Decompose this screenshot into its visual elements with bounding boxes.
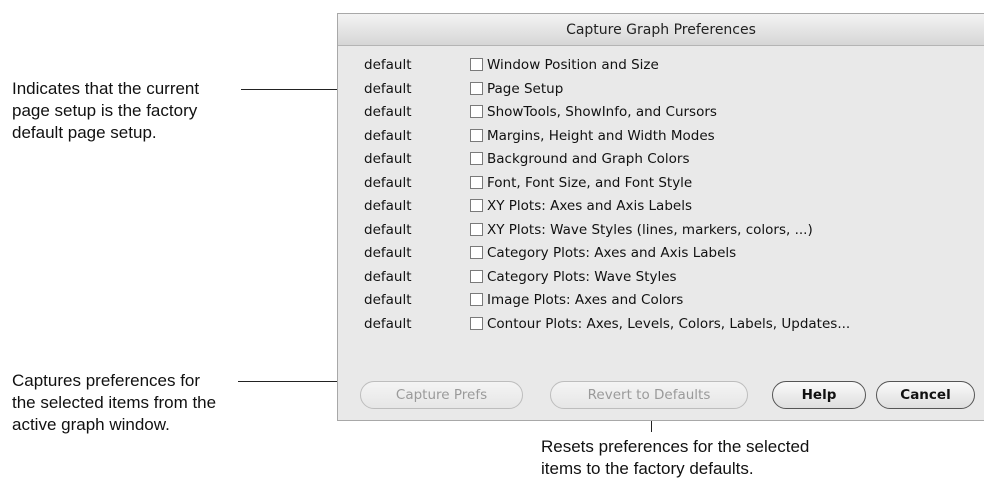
pref-row-category-axes: default Category Plots: Axes and Axis La… xyxy=(338,243,984,265)
pref-status: default xyxy=(364,268,412,285)
pref-status: default xyxy=(364,57,412,73)
capture-prefs-button[interactable]: Capture Prefs xyxy=(360,381,523,409)
pref-label: Page Setup xyxy=(487,80,564,97)
pref-status: default xyxy=(364,104,412,120)
pref-row-page-setup: default Page Setup xyxy=(338,79,984,101)
callout-capture: Captures preferences for the selected it… xyxy=(12,370,216,436)
pref-label: XY Plots: Wave Styles (lines, markers, c… xyxy=(487,221,813,238)
pref-label: Image Plots: Axes and Colors xyxy=(487,292,684,308)
pref-checkbox[interactable] xyxy=(470,199,483,212)
pref-row-margins: default Margins, Height and Width Modes xyxy=(338,126,984,148)
pref-row-showtools: default ShowTools, ShowInfo, and Cursors xyxy=(338,102,984,124)
pref-status: default xyxy=(364,80,412,97)
pref-row-window-position: default Window Position and Size xyxy=(338,55,984,77)
pref-label: ShowTools, ShowInfo, and Cursors xyxy=(487,104,717,120)
pref-checkbox[interactable] xyxy=(470,316,483,330)
pref-label: Category Plots: Wave Styles xyxy=(487,268,677,285)
pref-label: Margins, Height and Width Modes xyxy=(487,127,715,144)
pref-checkbox[interactable] xyxy=(470,105,483,118)
pref-status: default xyxy=(364,315,412,332)
cancel-button[interactable]: Cancel xyxy=(876,381,975,409)
callout-page-setup: Indicates that the current page setup is… xyxy=(12,78,199,144)
callout-line-1: Resets preferences for the selected xyxy=(541,437,810,456)
help-button[interactable]: Help xyxy=(772,381,866,409)
pref-label: Category Plots: Axes and Axis Labels xyxy=(487,245,737,261)
pref-checkbox[interactable] xyxy=(470,293,483,306)
pref-row-category-wave-styles: default Category Plots: Wave Styles xyxy=(338,267,984,289)
pref-row-xy-axes: default XY Plots: Axes and Axis Labels xyxy=(338,196,984,218)
callout-line-2: items to the factory defaults. xyxy=(541,459,754,478)
pref-status: default xyxy=(364,174,412,191)
pref-row-contour-plots: default Contour Plots: Axes, Levels, Col… xyxy=(338,314,984,336)
capture-graph-preferences-dialog: Capture Graph Preferences default Window… xyxy=(337,13,984,421)
pref-label: Background and Graph Colors xyxy=(487,151,690,167)
pref-label: Window Position and Size xyxy=(487,57,659,73)
callout-line-3: default page setup. xyxy=(12,123,157,142)
pref-checkbox[interactable] xyxy=(470,175,483,189)
pref-status: default xyxy=(364,151,412,167)
callout-line-3: active graph window. xyxy=(12,415,170,434)
pref-row-image-plots: default Image Plots: Axes and Colors xyxy=(338,290,984,312)
dialog-titlebar: Capture Graph Preferences xyxy=(338,14,984,46)
pref-checkbox[interactable] xyxy=(470,222,483,236)
pref-row-xy-wave-styles: default XY Plots: Wave Styles (lines, ma… xyxy=(338,220,984,242)
pref-status: default xyxy=(364,292,412,308)
revert-to-defaults-button[interactable]: Revert to Defaults xyxy=(550,381,748,409)
pref-status: default xyxy=(364,245,412,261)
pref-status: default xyxy=(364,127,412,144)
pref-label: Font, Font Size, and Font Style xyxy=(487,174,693,191)
pref-label: XY Plots: Axes and Axis Labels xyxy=(487,198,692,214)
pref-checkbox[interactable] xyxy=(470,81,483,95)
pref-row-colors: default Background and Graph Colors xyxy=(338,149,984,171)
pref-label: Contour Plots: Axes, Levels, Colors, Lab… xyxy=(487,315,851,332)
dialog-title: Capture Graph Preferences xyxy=(566,21,756,38)
callout-line-1: Indicates that the current xyxy=(12,79,200,98)
callout-line-1: Captures preferences for xyxy=(12,371,201,390)
pref-checkbox[interactable] xyxy=(470,246,483,259)
callout-revert: Resets preferences for the selected item… xyxy=(541,436,809,480)
callout-line-2: page setup is the factory xyxy=(12,101,198,120)
pref-checkbox[interactable] xyxy=(470,269,483,283)
pref-checkbox[interactable] xyxy=(470,128,483,142)
pref-checkbox[interactable] xyxy=(470,58,483,71)
pref-checkbox[interactable] xyxy=(470,152,483,165)
pref-row-font: default Font, Font Size, and Font Style xyxy=(338,173,984,195)
callout-leader-capture xyxy=(238,381,353,382)
pref-status: default xyxy=(364,198,412,214)
callout-line-2: the selected items from the xyxy=(12,393,217,412)
pref-status: default xyxy=(364,221,412,238)
callout-leader-page-setup xyxy=(241,89,351,90)
